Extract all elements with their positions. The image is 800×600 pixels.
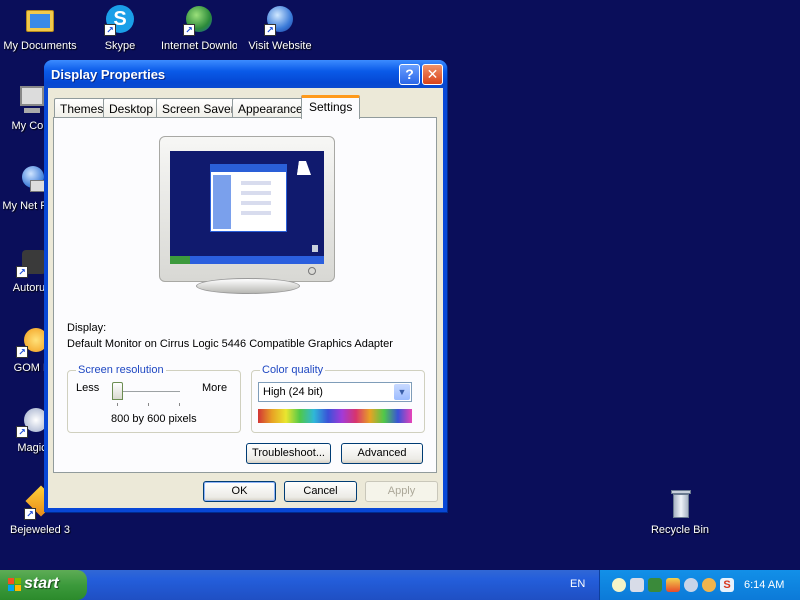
- resolution-less-label: Less: [76, 382, 100, 394]
- globe-download-icon: ↗: [183, 4, 215, 36]
- desktop-icon-label: Internet Downlo: [161, 40, 237, 52]
- desktop-icon-label: Skype: [104, 40, 136, 52]
- help-button[interactable]: ?: [399, 64, 420, 85]
- recycle-bin-icon: [664, 488, 696, 520]
- troubleshoot-button[interactable]: Troubleshoot...: [246, 443, 331, 464]
- monitor-preview-screen: [170, 151, 324, 264]
- folder-icon: [24, 4, 56, 36]
- clock: 6:14 AM: [744, 579, 785, 591]
- advanced-button[interactable]: Advanced: [341, 443, 423, 464]
- color-quality-select[interactable]: High (24 bit) ▼: [258, 382, 412, 402]
- globe-icon: ↗: [264, 4, 296, 36]
- security-shield-icon[interactable]: [666, 578, 680, 592]
- balloon-icon[interactable]: [612, 578, 626, 592]
- chevron-down-icon[interactable]: ▼: [394, 384, 410, 400]
- network-connection-icon[interactable]: [630, 578, 644, 592]
- resolution-value: 800 by 600 pixels: [111, 413, 197, 425]
- power-button-icon: [308, 267, 316, 275]
- resolution-slider-thumb[interactable]: [112, 382, 123, 400]
- windows-flag-icon: [8, 578, 21, 591]
- dialog-client-area: Themes Desktop Screen Saver Appearance S…: [48, 88, 443, 508]
- desktop-icon-label: Recycle Bin: [650, 524, 710, 536]
- resolution-slider-track[interactable]: [116, 391, 180, 394]
- desktop-icon-label: My Documents: [3, 40, 77, 52]
- speaker-icon[interactable]: [684, 578, 698, 592]
- color-spectrum-bar: [258, 409, 412, 423]
- messenger-icon[interactable]: [702, 578, 716, 592]
- desktop-icon-visit-website[interactable]: ↗ Visit Website: [242, 4, 318, 52]
- start-label: start: [24, 575, 59, 592]
- tab-themes[interactable]: Themes: [54, 98, 110, 118]
- mouse-cursor-icon: [297, 161, 313, 175]
- display-properties-window: Display Properties ? ✕ Themes Desktop Sc…: [44, 60, 447, 512]
- tab-desktop[interactable]: Desktop: [103, 98, 160, 118]
- screen-resolution-group: Screen resolution Less More 800 by 600 p…: [67, 364, 241, 433]
- desktop-icon-recycle-bin[interactable]: Recycle Bin: [642, 488, 718, 536]
- desktop-icon-label: Bejeweled 3: [10, 524, 70, 536]
- color-quality-group: Color quality High (24 bit) ▼: [251, 364, 425, 433]
- settings-panel: Display: Default Monitor on Cirrus Logic…: [53, 117, 437, 473]
- safely-remove-hardware-icon[interactable]: [648, 578, 662, 592]
- taskbar: start EN S 6:14 AM: [0, 570, 800, 600]
- apply-button: Apply: [365, 481, 438, 502]
- start-button[interactable]: start: [0, 570, 87, 600]
- desktop-icon-skype[interactable]: S ↗ Skype: [82, 4, 158, 52]
- color-quality-value: High (24 bit): [263, 386, 323, 398]
- resolution-more-label: More: [202, 382, 228, 394]
- preview-taskbar: [170, 256, 324, 264]
- language-indicator[interactable]: EN: [570, 578, 585, 590]
- monitor-stand: [196, 278, 300, 294]
- tab-settings[interactable]: Settings: [301, 95, 361, 119]
- window-title: Display Properties: [51, 67, 166, 82]
- display-value: Default Monitor on Cirrus Logic 5446 Com…: [67, 338, 393, 350]
- desktop-icon-internet-download[interactable]: ↗ Internet Downlo: [161, 4, 237, 58]
- monitor-preview: [159, 136, 335, 282]
- desktop-icon-label: Visit Website: [248, 40, 312, 52]
- close-button[interactable]: ✕: [422, 64, 443, 85]
- screen-resolution-title: Screen resolution: [76, 364, 166, 376]
- cancel-button[interactable]: Cancel: [284, 481, 357, 502]
- color-quality-title: Color quality: [260, 364, 326, 376]
- skype-icon: S ↗: [104, 4, 136, 36]
- tab-appearance[interactable]: Appearance: [232, 98, 309, 118]
- recycle-bin-icon: [312, 245, 318, 252]
- ok-button[interactable]: OK: [203, 481, 276, 502]
- tab-screen-saver[interactable]: Screen Saver: [156, 98, 241, 118]
- skype-icon[interactable]: S: [720, 578, 734, 592]
- preview-start-button: [170, 256, 190, 264]
- desktop-icon-my-documents[interactable]: My Documents: [2, 4, 78, 52]
- title-bar[interactable]: Display Properties ? ✕: [44, 60, 447, 88]
- display-label: Display:: [67, 322, 107, 334]
- preview-window-thumbnail: [210, 164, 287, 232]
